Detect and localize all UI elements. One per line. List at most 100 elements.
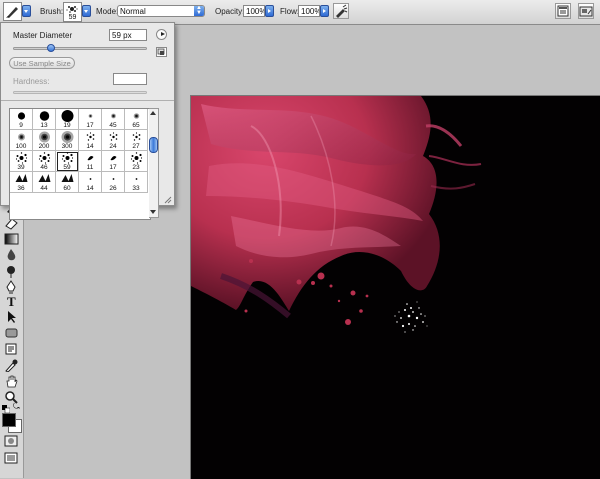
brush-preset[interactable]: 13 [33,109,56,130]
document-canvas[interactable] [190,95,600,479]
tool-dodge[interactable] [4,264,19,278]
file-browser-icon [579,6,593,17]
brush-preset[interactable]: 59 [56,151,79,172]
brush-preset[interactable]: 200 [33,130,56,151]
resize-grip-icon[interactable] [163,195,172,204]
mode-value: Normal [120,7,146,16]
foreground-color-swatch[interactable] [2,413,16,427]
brush-tip-scatter-icon [86,132,95,141]
flow-label: Flow: [280,7,300,16]
brush-preset-size: 23 [132,164,140,171]
panel-menu-button[interactable] [156,29,167,40]
default-colors-icon[interactable] [2,405,11,414]
brush-preset[interactable]: 26 [102,172,125,193]
tool-preset-dropdown[interactable] [22,5,31,17]
rectangle-icon [5,328,18,338]
blur-icon [7,249,16,261]
tool-pen[interactable] [4,280,19,294]
brush-preset-size: 17 [86,122,94,129]
brush-tip-splatter-icon [15,152,28,164]
brush-preset[interactable]: 23 [125,151,148,172]
new-preset-icon [157,48,165,55]
brush-preset[interactable]: 17 [102,151,125,172]
brush-preset[interactable]: 300 [56,130,79,151]
select-arrows-icon: ▲ ▼ [194,6,204,16]
brush-preset-size: 33 [132,185,140,192]
brush-preset[interactable]: 39 [10,151,33,172]
tool-eyedropper[interactable] [4,358,19,373]
arrow-icon [8,311,16,323]
new-preset-button[interactable] [156,47,167,57]
brush-preset-size: 59 [63,164,71,171]
scroll-down-arrow-icon[interactable] [150,210,156,214]
tool-path-selection[interactable] [4,310,19,324]
notes-icon [5,343,17,355]
preset-scrollbar-thumb[interactable] [149,137,158,153]
tool-shape[interactable] [4,326,19,340]
brush-preset-size: 65 [132,122,140,129]
master-diameter-slider-track[interactable] [13,47,147,50]
airbrush-toggle[interactable] [333,3,349,19]
brush-preset[interactable]: 44 [33,172,56,193]
flow-slider-button[interactable] [320,5,329,17]
gradient-icon [4,233,19,245]
opacity-field[interactable]: 100% [243,5,265,17]
brush-preset[interactable]: 17 [79,109,102,130]
brush-preset-size: 17 [109,164,117,171]
brush-preset[interactable]: 19 [56,109,79,130]
scroll-up-arrow-icon[interactable] [150,111,156,115]
preset-scrollbar[interactable] [149,108,159,218]
brush-preset[interactable]: 60 [56,172,79,193]
tool-type[interactable]: T [4,294,19,309]
palette-well-button[interactable] [555,3,571,19]
brush-tip-hard-icon [39,111,50,121]
brush-preset[interactable]: 33 [125,172,148,193]
brush-preset[interactable]: 14 [79,172,102,193]
screen-mode-button[interactable] [4,452,19,466]
brush-preset[interactable]: 9 [10,109,33,130]
brush-tip-grass-icon [15,174,28,182]
flow-field[interactable]: 100% [298,5,320,17]
brush-preset[interactable]: 100 [10,130,33,151]
brush-preset-size: 44 [40,185,48,192]
opacity-slider-button[interactable] [265,5,274,17]
brush-preset[interactable]: 36 [10,172,33,193]
brush-tip-grass-icon [61,174,74,182]
hardness-field[interactable] [113,73,147,85]
svg-text:T: T [7,294,16,308]
brush-preset[interactable]: 65 [125,109,148,130]
brush-preset[interactable]: 14 [79,130,102,151]
quick-mask-button[interactable] [4,435,19,449]
mode-select[interactable]: Normal ▲ ▼ [117,5,205,17]
brush-preset[interactable]: 27 [125,130,148,151]
use-sample-size-button[interactable]: Use Sample Size [9,57,75,69]
flow-value: 100% [301,7,320,16]
brush-tip-leaf-icon [87,156,94,161]
tool-gradient[interactable] [4,232,19,246]
brush-preset-size: 11 [86,164,94,171]
brush-preset-size: 200 [38,143,50,150]
brush-preset[interactable]: 46 [33,151,56,172]
tool-blur[interactable] [4,248,19,262]
hardness-slider-track[interactable] [13,91,147,94]
master-diameter-field[interactable]: 59 px [109,29,147,41]
brush-tip-dot-icon [135,178,138,180]
master-diameter-slider-thumb[interactable] [46,44,55,52]
brush-preview[interactable]: 59 [63,2,82,22]
brush-size-value: 59 [68,14,77,21]
brush-tool-preset-picker[interactable] [3,2,22,21]
brush-preset-size: 46 [40,164,48,171]
brush-preset[interactable]: 24 [102,130,125,151]
mode-label: Mode: [96,7,119,16]
file-browser-button[interactable] [578,3,594,19]
brush-preset[interactable]: 45 [102,109,125,130]
tool-hand[interactable] [4,374,19,388]
brush-preset[interactable]: 11 [79,151,102,172]
tool-notes[interactable] [4,342,19,356]
swap-colors-icon[interactable]: ⤿ [13,403,21,411]
brush-picker-dropdown[interactable] [82,5,91,17]
brush-tip-soft-icon [18,133,25,141]
flyout-arrow-icon [160,32,165,36]
brush-preset-size: 45 [109,122,117,129]
brush-icon [6,7,18,18]
